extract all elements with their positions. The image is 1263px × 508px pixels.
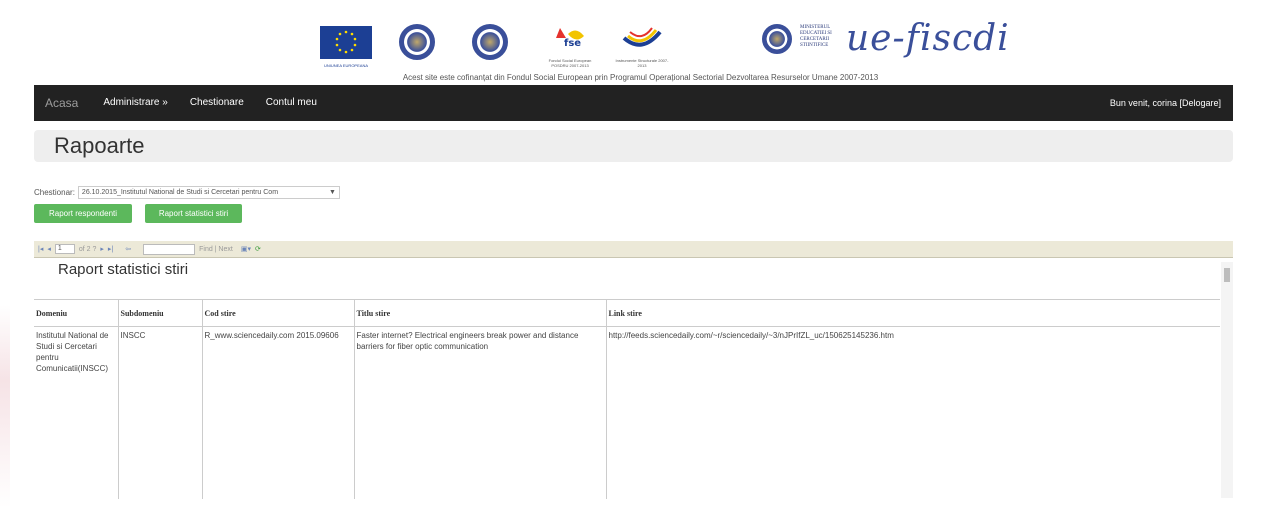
welcome-logout-link[interactable]: Bun venit, corina [Delogare]	[1110, 98, 1233, 108]
fse-logo-icon: fse	[548, 24, 592, 56]
cell-subdomeniu: INSCC	[118, 326, 203, 499]
column-header-subdomeniu: Subdomeniu	[118, 299, 203, 327]
report-scrollbar[interactable]	[1221, 262, 1233, 498]
back-icon[interactable]: ⇦	[125, 245, 131, 253]
structural-instruments-icon	[620, 24, 664, 56]
questionnaire-selected-value: 26.10.2015_Institutul National de Studi …	[81, 189, 279, 196]
page-number-input[interactable]: 1	[54, 244, 75, 254]
svg-text:fse: fse	[564, 38, 581, 49]
page-header: Rapoarte	[34, 130, 1233, 162]
find-input[interactable]	[143, 243, 196, 255]
dropdown-arrow-icon: ▼	[328, 189, 336, 196]
column-header-cod-stire: Cod stire	[202, 299, 355, 327]
ministry-text: MINISTERUL EDUCATIEI SI CERCETARII STIIN…	[800, 25, 832, 48]
report-viewer-toolbar: |◂ ◂ 1 of 2 ? ▸ ▸| ⇦ Find | Next ▣▾ ⟳	[34, 241, 1233, 258]
page-title: Rapoarte	[54, 133, 145, 158]
next-page-icon[interactable]: ▸	[100, 245, 104, 253]
previous-page-icon[interactable]: ◂	[47, 245, 51, 253]
find-next-link[interactable]: Find | Next	[199, 246, 233, 253]
column-header-domeniu: Domeniu	[34, 299, 119, 327]
romania-coat-of-arms-icon	[472, 24, 508, 60]
questionnaire-filter: Chestionar: 26.10.2015_Institutul Nation…	[34, 186, 340, 199]
report-news-stats-button[interactable]: Raport statistici stiri	[145, 204, 242, 223]
refresh-icon[interactable]: ⟳	[255, 245, 261, 253]
last-page-icon[interactable]: ▸|	[108, 245, 113, 253]
cell-titlu-stire: Faster internet? Electrical engineers br…	[354, 326, 607, 499]
structural-instruments-caption: Instrumente Structurale 2007-2013	[615, 58, 669, 68]
column-header-titlu-stire: Titlu stire	[354, 299, 607, 327]
nav-item-chestionare[interactable]: Chestionare	[179, 85, 255, 121]
page-count-label: of 2 ?	[78, 245, 97, 253]
partner-logos: UNIUNEA EUROPEANA fse Fondul Social Euro…	[0, 18, 1263, 70]
nav-item-contul-meu[interactable]: Contul meu	[255, 85, 328, 121]
export-icon[interactable]: ▣▾	[241, 245, 251, 253]
table-row: Institutul National de Studi si Cercetar…	[34, 326, 1220, 499]
eu-flag-icon	[320, 26, 372, 59]
questionnaire-label: Chestionar:	[34, 188, 75, 197]
report-table: Domeniu Subdomeniu Cod stire Titlu stire…	[34, 299, 1220, 499]
fse-caption: Fondul Social European POSDRU 2007-2013	[548, 58, 592, 68]
nav-home-link[interactable]: Acasa	[34, 85, 92, 121]
nav-item-administrare[interactable]: Administrare »	[92, 85, 178, 121]
scrollbar-thumb[interactable]	[1224, 268, 1230, 282]
main-navbar: Acasa Administrare » Chestionare Contul …	[34, 85, 1233, 121]
ministry-seal-icon	[762, 24, 792, 54]
column-header-link-stire: Link stire	[606, 299, 1220, 327]
uefiscdi-logo: ue-fiscdi	[846, 18, 1010, 59]
questionnaire-select[interactable]: 26.10.2015_Institutul National de Studi …	[77, 186, 340, 199]
table-header-row: Domeniu Subdomeniu Cod stire Titlu stire…	[34, 299, 1220, 327]
government-seal-icon	[399, 24, 435, 60]
cofinancing-banner-text: Acest site este cofinanțat din Fondul So…	[402, 73, 879, 82]
cell-cod-stire: R_www.sciencedaily.com 2015.09606	[202, 326, 355, 499]
cell-link-stire[interactable]: http://feeds.sciencedaily.com/~r/science…	[606, 327, 1220, 499]
cell-domeniu: Institutul National de Studi si Cercetar…	[34, 326, 119, 499]
report-respondents-button[interactable]: Raport respondenti	[34, 204, 132, 223]
eu-caption: UNIUNEA EUROPEANA	[323, 63, 368, 68]
first-page-icon[interactable]: |◂	[38, 245, 43, 253]
report-title: Raport statistici stiri	[58, 261, 189, 278]
